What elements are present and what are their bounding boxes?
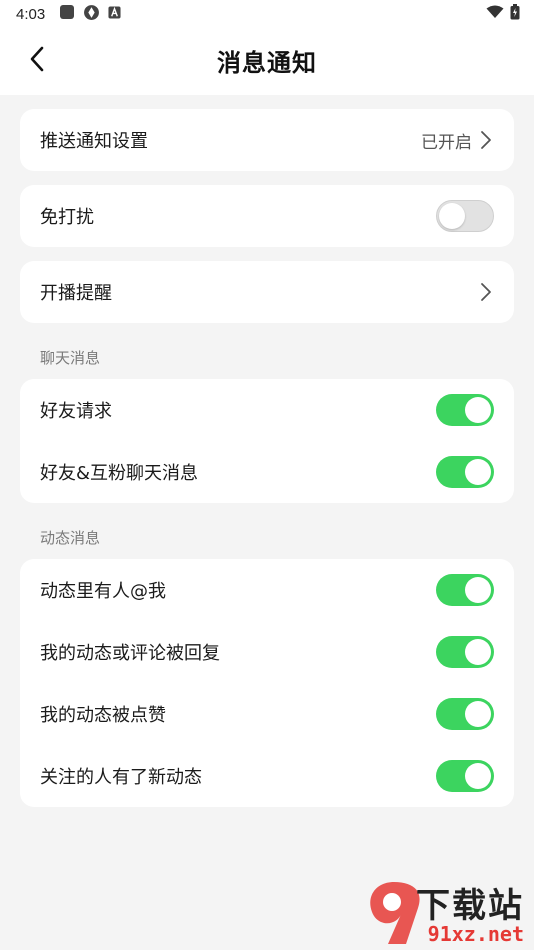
list-item: 关注的人有了新动态 — [20, 745, 514, 807]
reply-toggle[interactable] — [436, 636, 494, 668]
back-button[interactable] — [22, 46, 52, 76]
friend-chat-label: 好友&互粉聊天消息 — [40, 463, 199, 484]
toggle-knob — [465, 397, 491, 423]
live-reminder-row[interactable]: 开播提醒 — [20, 261, 514, 323]
dnd-toggle[interactable] — [436, 200, 494, 232]
live-reminder-card: 开播提醒 — [20, 261, 514, 323]
toggle-knob — [465, 577, 491, 603]
watermark-bottom-text: 91xz.net — [427, 922, 524, 946]
list-item: 好友&互粉聊天消息 — [20, 441, 514, 503]
wifi-icon — [486, 5, 504, 23]
a-box-icon — [108, 5, 121, 23]
mention-toggle[interactable] — [436, 574, 494, 606]
settings-list: 推送通知设置 已开启 免打扰 开播提醒 聊天消息 好友请求 好友&互粉聊天消息 — [0, 95, 534, 807]
like-toggle[interactable] — [436, 698, 494, 730]
push-settings-value: 已开启 — [421, 132, 472, 153]
toggle-knob — [465, 459, 491, 485]
toggle-knob — [465, 701, 491, 727]
mention-label: 动态里有人@我 — [40, 581, 166, 602]
feed-section-title: 动态消息 — [40, 529, 101, 547]
dnd-row: 免打扰 — [20, 185, 514, 247]
top-bar: 4:03 消息通知 — [0, 0, 534, 95]
list-item: 我的动态或评论被回复 — [20, 621, 514, 683]
friend-request-label: 好友请求 — [40, 401, 112, 422]
list-item: 我的动态被点赞 — [20, 683, 514, 745]
chevron-right-icon — [480, 281, 494, 303]
list-item: 动态里有人@我 — [20, 559, 514, 621]
like-label: 我的动态被点赞 — [40, 705, 166, 726]
square-app-icon — [59, 4, 75, 24]
friend-chat-toggle[interactable] — [436, 456, 494, 488]
battery-icon — [510, 4, 520, 24]
push-settings-card: 推送通知设置 已开启 — [20, 109, 514, 171]
watermark-top-text: 下载站 — [416, 886, 524, 926]
following-update-toggle[interactable] — [436, 760, 494, 792]
chat-section-title: 聊天消息 — [40, 349, 101, 367]
push-settings-label: 推送通知设置 — [40, 131, 148, 152]
toggle-knob — [465, 639, 491, 665]
friend-request-toggle[interactable] — [436, 394, 494, 426]
live-reminder-label: 开播提醒 — [40, 283, 112, 304]
following-update-label: 关注的人有了新动态 — [40, 767, 202, 788]
status-time: 4:03 — [16, 5, 46, 23]
push-settings-row[interactable]: 推送通知设置 已开启 — [20, 109, 514, 171]
toggle-knob — [439, 202, 465, 229]
page-title: 消息通知 — [217, 49, 317, 77]
toggle-knob — [465, 763, 491, 789]
aperture-icon — [83, 4, 100, 25]
status-bar: 4:03 — [0, 0, 534, 28]
feed-messages-card: 动态里有人@我 我的动态或评论被回复 我的动态被点赞 关注的人有了新动态 — [20, 559, 514, 807]
chevron-left-icon — [29, 46, 45, 76]
list-item: 好友请求 — [20, 379, 514, 441]
chevron-right-icon — [480, 129, 494, 151]
dnd-label: 免打扰 — [40, 207, 94, 228]
watermark: 下载站 91xz.net — [358, 876, 528, 950]
reply-label: 我的动态或评论被回复 — [40, 643, 220, 664]
chat-messages-card: 好友请求 好友&互粉聊天消息 — [20, 379, 514, 503]
nav-bar: 消息通知 — [0, 28, 534, 95]
dnd-card: 免打扰 — [20, 185, 514, 247]
